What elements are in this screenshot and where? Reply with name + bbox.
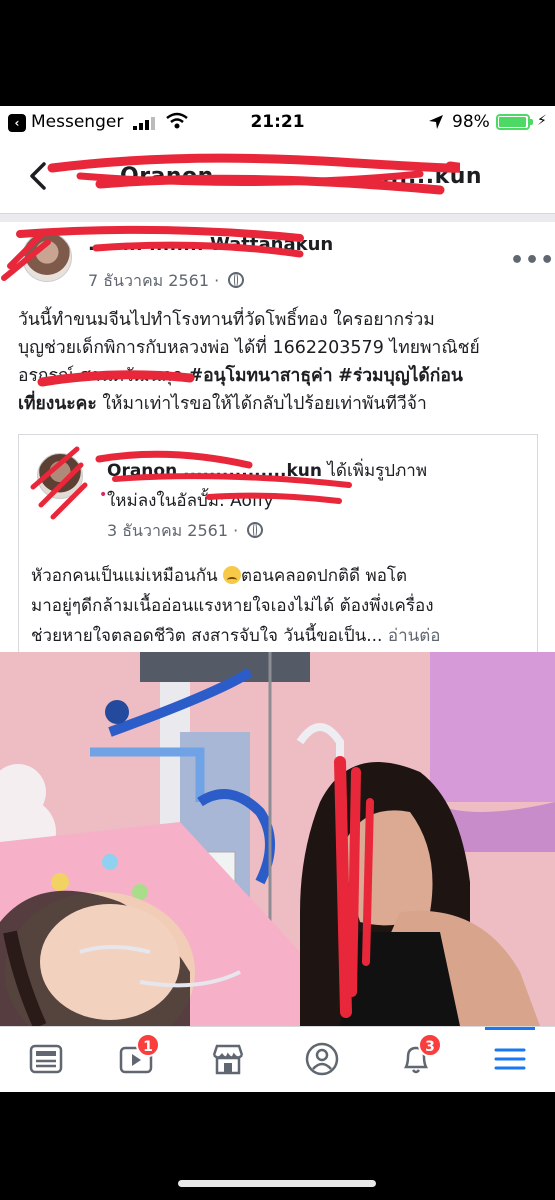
tab-marketplace[interactable]	[198, 1037, 258, 1083]
shared-text-segment: ช่วยหายใจตลอดชีวิต สงสารจับใจ วันนี้ขอเป…	[31, 626, 388, 646]
shared-header: Oranon ................kun ได้เพิ่มรูปภา…	[107, 457, 427, 484]
charging-icon: ⚡	[537, 113, 547, 129]
post-author-name[interactable]: ........ ........ Wattanakun	[88, 234, 333, 255]
more-options-icon[interactable]: •••	[510, 248, 555, 273]
shared-text-line: หัวอกคนเป็นแม่เหมือนกัน ตอนคลอดปกติดี พอ…	[31, 561, 531, 591]
profile-name-title: Oranon ........................kun	[120, 164, 483, 189]
phone-screen: ‹ Messenger 21:21 98% ⚡ Oranon .........…	[0, 106, 555, 1092]
location-arrow-icon	[429, 115, 443, 129]
post-text-line: เที่ยงนะคะ ให้มาเท่าไรขอให้ได้กลับไปร้อย…	[18, 390, 543, 418]
device-bezel-top	[0, 0, 555, 106]
news-feed-icon	[29, 1044, 63, 1074]
photo-illustration	[0, 652, 555, 1026]
nav-bar: Oranon ........................kun	[0, 140, 555, 214]
shared-post-card[interactable]: Oranon ................kun ได้เพิ่มรูปภา…	[18, 434, 538, 652]
shared-action: ได้เพิ่มรูปภาพ	[321, 461, 428, 481]
active-tab-indicator	[485, 1027, 535, 1030]
shared-text: หัวอกคนเป็นแม่เหมือนกัน ตอนคลอดปกติดี พอ…	[31, 561, 531, 651]
tab-watch[interactable]: 1	[106, 1033, 166, 1083]
post-text-line: อรกรณ์ ศานตวัฒนกุล #อนุโมทนาสาธุค่า #ร่ว…	[18, 362, 543, 390]
post-text-segment: อรกรณ์ ศานตวัฒนกุล	[18, 366, 189, 386]
home-indicator[interactable]	[178, 1180, 376, 1187]
shared-author-name[interactable]: Oranon ................kun	[107, 461, 322, 481]
feed-separator	[0, 214, 555, 222]
post-date[interactable]: 7 ธันวาคม 2561	[88, 271, 209, 290]
post-text-segment: ให้มาเท่าไรขอให้ได้กลับไปร้อยเท่าพันทีวี…	[96, 394, 427, 414]
shared-text-segment: ตอนคลอดปกติดี พอโต	[241, 566, 408, 586]
shared-album-line: ใหม่ลงในอัลบั้ม: Aoffy	[107, 491, 274, 511]
bottom-tab-bar: 1 3	[0, 1026, 555, 1092]
tab-notifications[interactable]: 3	[386, 1033, 446, 1083]
globe-icon	[228, 272, 245, 288]
separator-dot: ·	[233, 521, 244, 540]
shared-text-segment: หัวอกคนเป็นแม่เหมือนกัน	[31, 566, 224, 586]
tab-profile[interactable]	[292, 1037, 352, 1083]
tab-menu[interactable]	[480, 1037, 540, 1083]
marketplace-icon	[212, 1044, 244, 1075]
post-meta: 7 ธันวาคม 2561 ·	[88, 269, 245, 294]
tab-news-feed[interactable]	[16, 1037, 76, 1083]
post-text-segment: เที่ยงนะคะ	[18, 394, 97, 414]
shared-photo[interactable]	[0, 652, 555, 1026]
battery-fill	[499, 117, 527, 127]
hashtag-link[interactable]: #ร่วมบุญได้ก่อน	[338, 366, 463, 386]
notifications-badge: 3	[418, 1033, 442, 1057]
status-bar: ‹ Messenger 21:21 98% ⚡	[0, 106, 555, 140]
profile-icon	[305, 1042, 339, 1076]
shared-date[interactable]: 3 ธันวาคม 2561	[107, 521, 228, 540]
post-text-line: วันนี้ทำขนมจีนไปทำโรงทานที่วัดโพธิ์ทอง ใ…	[18, 310, 435, 330]
back-chevron-icon[interactable]	[22, 158, 52, 194]
shared-meta: 3 ธันวาคม 2561 ·	[107, 519, 264, 544]
post-text-line: บุญช่วยเด็กพิการกับหลวงพ่อ ได้ที่ 166220…	[18, 338, 480, 358]
shared-author-avatar[interactable]	[37, 453, 83, 499]
shared-text-line: ช่วยหายใจตลอดชีวิต สงสารจับใจ วันนี้ขอเป…	[31, 621, 531, 651]
post-text: วันนี้ทำขนมจีนไปทำโรงทานที่วัดโพธิ์ทอง ใ…	[18, 306, 543, 418]
video-badge: 1	[136, 1033, 160, 1057]
sad-face-emoji-icon	[223, 566, 242, 584]
battery-tip	[530, 119, 533, 125]
separator-dot: ·	[214, 271, 225, 290]
hamburger-menu-icon	[494, 1048, 526, 1070]
globe-icon	[247, 522, 264, 538]
shared-text-line: มาอยู่ๆดีกล้ามเนื้ออ่อนแรงหายใจเองไม่ได้…	[31, 596, 434, 616]
battery-percent: 98%	[452, 112, 490, 132]
battery-icon	[496, 114, 530, 130]
author-avatar[interactable]	[22, 232, 72, 282]
read-more-link[interactable]: อ่านต่อ	[388, 626, 441, 646]
hashtag-link[interactable]: #อนุโมทนาสาธุค่า	[188, 366, 332, 386]
